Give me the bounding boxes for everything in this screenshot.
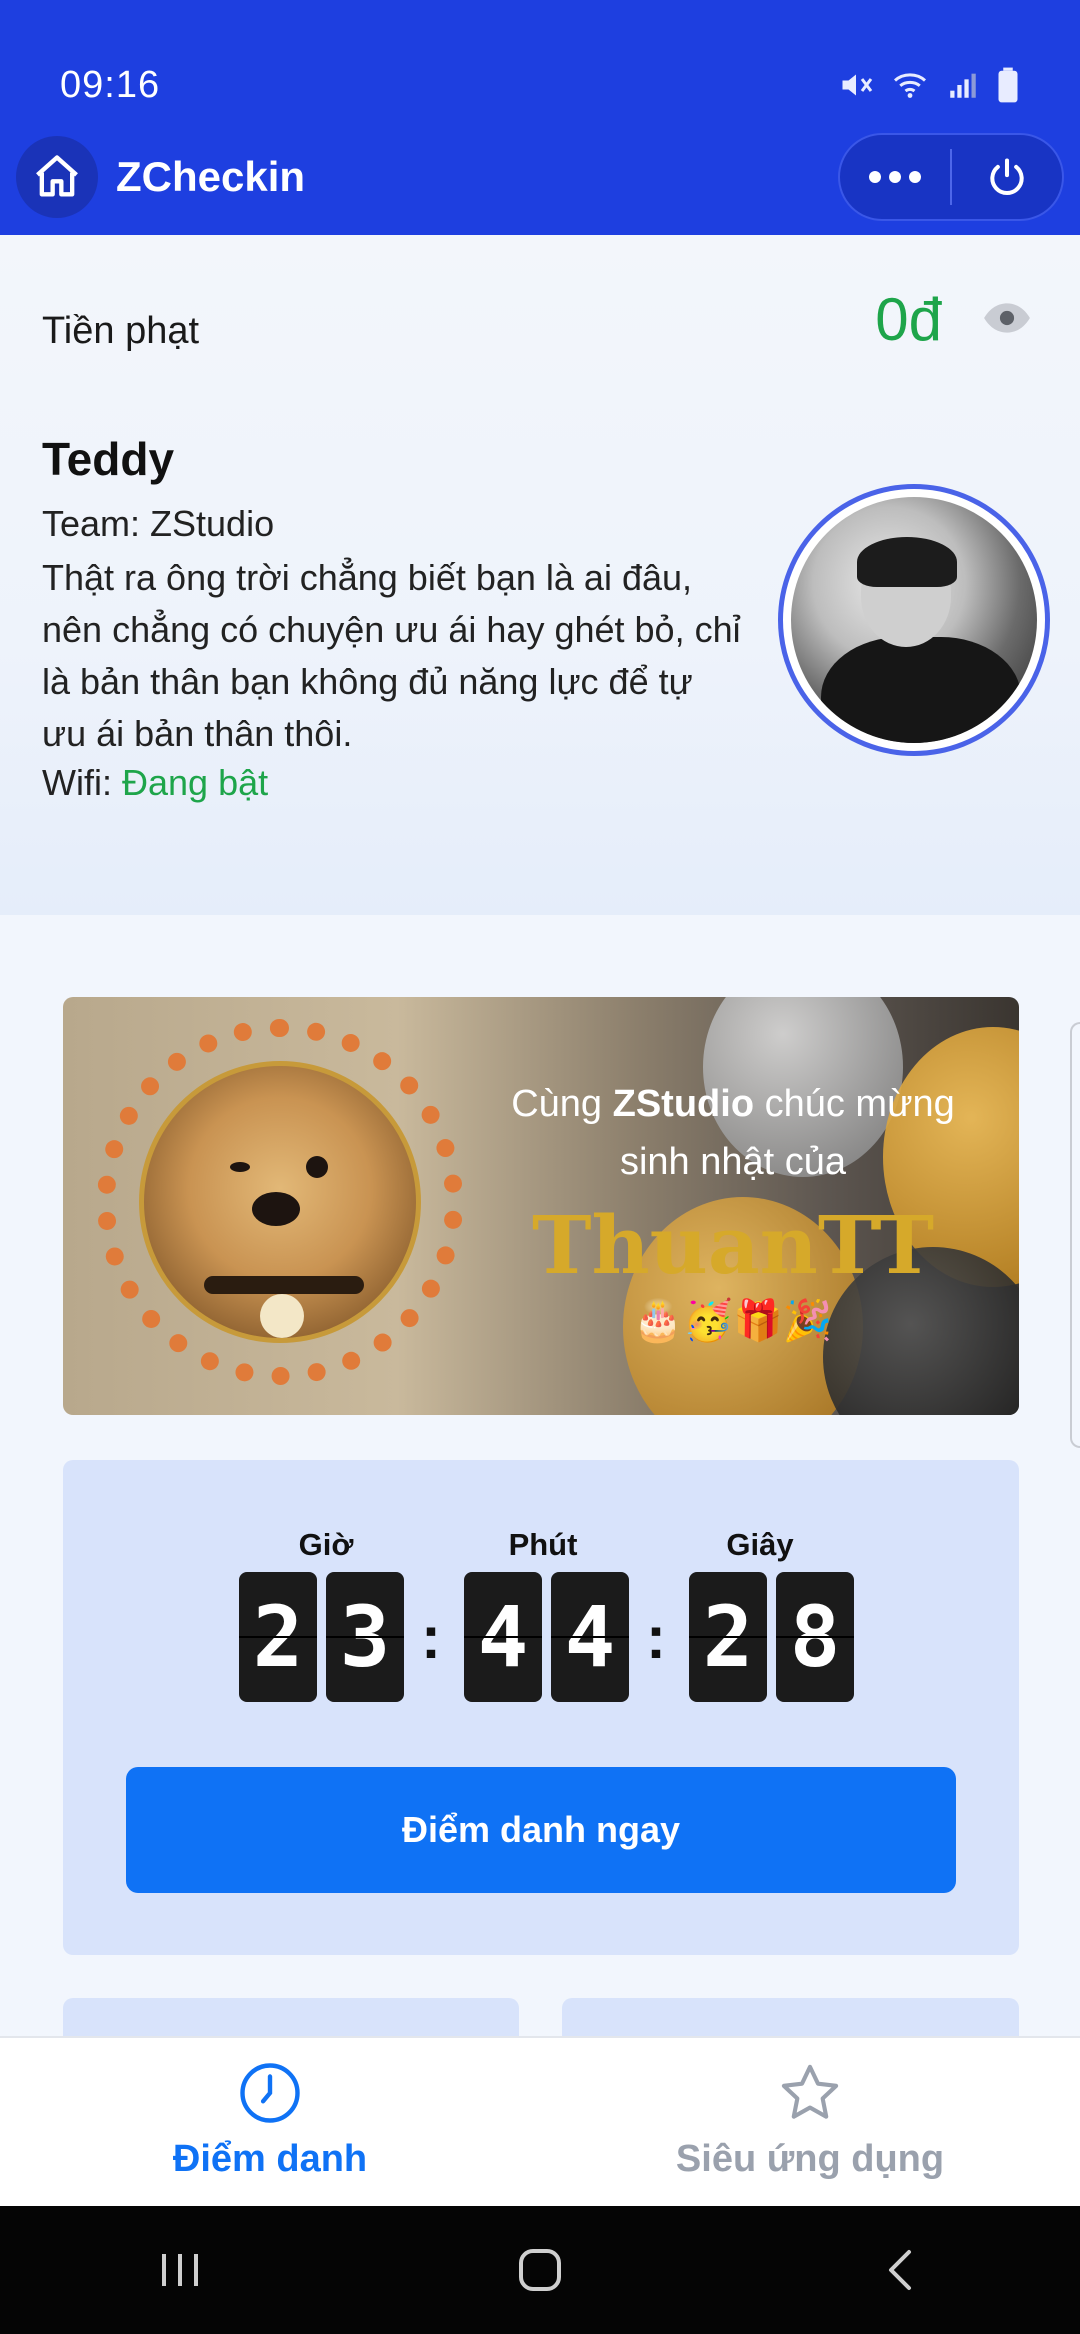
minute-digit: 4 xyxy=(464,1572,542,1702)
banner-greeting: Cùng ZStudio chúc mừng xyxy=(511,1083,955,1125)
status-time: 09:16 xyxy=(60,63,161,106)
birthday-photo xyxy=(139,1061,421,1343)
birthday-name: ThuanTT xyxy=(531,1198,935,1292)
second-digit: 8 xyxy=(776,1572,854,1702)
nav-super-app-label: Siêu ứng dụng xyxy=(675,2138,945,2180)
wifi-status: Đang bật xyxy=(122,762,269,803)
time-separator: : xyxy=(646,1603,666,1671)
status-icons xyxy=(838,66,1020,104)
clock-icon xyxy=(240,2063,300,2123)
celebration-emoji: 🎂🥳🎁🎉 xyxy=(633,1299,833,1343)
minutes-label: Phút xyxy=(508,1527,578,1562)
back-button[interactable] xyxy=(840,2230,960,2310)
avatar[interactable] xyxy=(778,484,1050,756)
hour-digit: 3 xyxy=(326,1572,404,1702)
fine-value: 0đ xyxy=(875,286,942,353)
wifi-icon xyxy=(893,73,927,98)
recent-apps-button[interactable] xyxy=(120,2230,240,2310)
eye-icon xyxy=(984,303,1030,333)
signal-icon xyxy=(950,73,976,98)
hour-digit: 2 xyxy=(239,1572,317,1702)
app-title: ZCheckin xyxy=(116,153,306,200)
wifi-label: Wifi: xyxy=(42,762,112,803)
star-icon xyxy=(781,2064,839,2119)
home-square-icon xyxy=(519,2249,561,2291)
stat-card-right[interactable] xyxy=(562,1998,1019,2038)
home-system-button[interactable] xyxy=(480,2230,600,2310)
user-team: Team: ZStudio xyxy=(42,503,275,544)
system-navigation-bar xyxy=(0,2206,1080,2334)
banner-text: Cùng ZStudio chúc mừng sinh nhật của Thu… xyxy=(483,1075,983,1344)
bottom-navigation: Điểm danh Siêu ứng dụng xyxy=(0,2036,1080,2206)
recents-icon xyxy=(162,2254,198,2286)
fine-label: Tiền phạt xyxy=(42,310,200,352)
more-dots-icon xyxy=(869,171,921,183)
app-bar: ZCheckin xyxy=(16,133,1064,221)
toggle-visibility-button[interactable] xyxy=(982,300,1032,341)
home-button[interactable] xyxy=(16,136,98,218)
birthday-banner[interactable]: Cùng ZStudio chúc mừng sinh nhật của Thu… xyxy=(63,997,1019,1415)
brand: ZCheckin xyxy=(16,136,305,218)
banner-subline: sinh nhật của xyxy=(619,1141,847,1183)
checkin-now-button[interactable]: Điểm danh ngay xyxy=(126,1767,956,1893)
avatar-image xyxy=(791,497,1037,743)
nav-super-app[interactable]: Siêu ứng dụng xyxy=(540,2038,1080,2206)
home-icon xyxy=(36,155,78,197)
hours-label: Giờ xyxy=(298,1527,354,1562)
power-icon xyxy=(990,158,1024,195)
mini-app-capsule xyxy=(838,133,1064,221)
wifi-status-line: Wifi: Đang bật xyxy=(42,762,268,804)
seconds-label: Giây xyxy=(726,1527,794,1562)
second-digit: 2 xyxy=(689,1572,767,1702)
status-bar: 09:16 xyxy=(60,60,1020,110)
side-drawer-handle[interactable] xyxy=(1070,1022,1080,1448)
mute-icon xyxy=(842,74,873,96)
close-app-button[interactable] xyxy=(952,135,1062,219)
battery-icon xyxy=(998,67,1018,103)
back-chevron-icon xyxy=(889,2250,911,2290)
nav-checkin[interactable]: Điểm danh xyxy=(0,2038,540,2206)
user-quote: Thật ra ông trời chẳng biết bạn là ai đâ… xyxy=(42,557,741,754)
nav-checkin-label: Điểm danh xyxy=(172,2138,368,2180)
countdown-clock: 2 3 : 4 4 : 2 8 xyxy=(239,1572,863,1702)
user-name: Teddy xyxy=(42,433,175,485)
checkin-card: Giờ Phút Giây 2 3 : 4 4 : 2 8 Điểm danh … xyxy=(63,1460,1019,1955)
time-separator: : xyxy=(421,1603,441,1671)
more-button[interactable] xyxy=(840,135,950,219)
minute-digit: 4 xyxy=(551,1572,629,1702)
stat-card-left[interactable] xyxy=(63,1998,519,2038)
app-header: 09:16 ZCheckin xyxy=(0,0,1080,235)
